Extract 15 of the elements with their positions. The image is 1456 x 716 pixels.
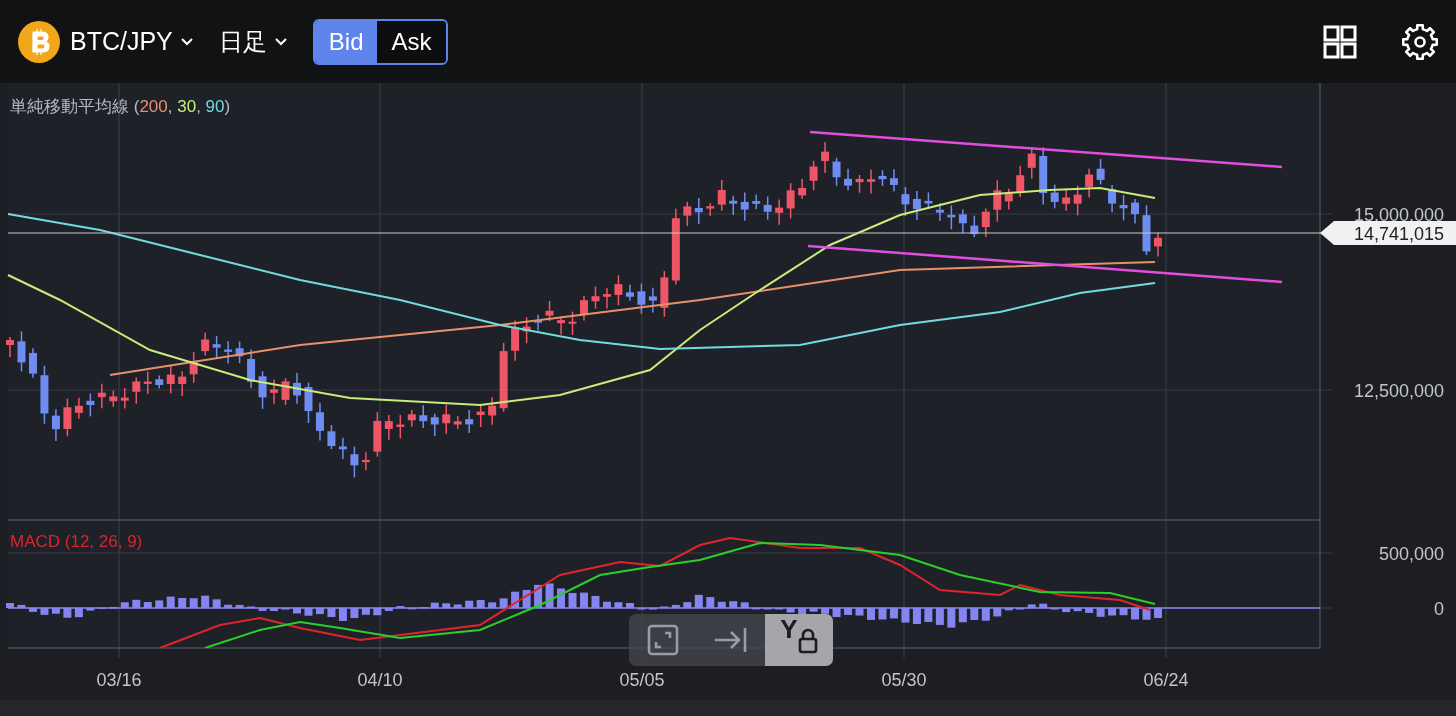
date-axis-label: 03/16 (96, 670, 142, 690)
macd-axis-label: 500,000 (1378, 544, 1444, 564)
symbol-dropdown[interactable]: BTC/JPY (70, 27, 195, 56)
price-side-tab[interactable]: Ask (377, 20, 446, 63)
date-axis-label: 05/05 (619, 670, 665, 690)
indicator-legend: 単純移動平均線 (200, 30, 90) (10, 95, 231, 118)
macd-axis-label: 0 (1434, 599, 1444, 619)
last-price-tag: 14,741,015 (1320, 221, 1456, 245)
price-axis-label: 12,500,000 (1353, 381, 1444, 401)
timeframe-dropdown[interactable]: 日足 (218, 25, 289, 58)
date-axis-label: 05/30 (881, 670, 927, 690)
macd-legend: MACD (12, 26, 9) (10, 532, 143, 552)
date-axis-label: 04/10 (357, 670, 403, 690)
date-axis-label: 06/24 (1143, 670, 1189, 690)
y-axis-lock-button[interactable]: Y (765, 614, 833, 666)
